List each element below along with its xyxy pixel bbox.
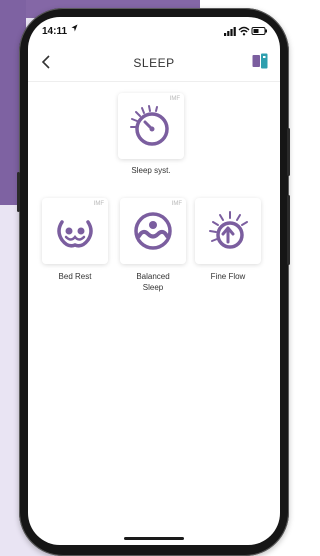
app-screen: 14:11 SLEEP IMF Sleep syst. IMF Bed Rest…: [28, 17, 280, 545]
imf-badge: IMF: [169, 96, 180, 102]
status-icons: [224, 26, 267, 36]
fine-flow-icon: [209, 211, 248, 249]
page-title: SLEEP: [133, 56, 175, 70]
battery-icon: [251, 27, 267, 35]
imf-badge: IMF: [93, 201, 104, 207]
home-indicator: [124, 537, 184, 540]
phone-side-button: [17, 172, 20, 212]
bed-rest-icon: [57, 220, 93, 248]
device-connection-icon[interactable]: [252, 53, 268, 69]
location-arrow-icon: [71, 24, 78, 32]
sleep-dial-icon: [130, 105, 169, 146]
program-label-sleep-syst: Sleep syst.: [131, 166, 171, 175]
phone-power-button: [287, 195, 290, 265]
wifi-icon: [238, 26, 250, 36]
imf-badge: IMF: [171, 201, 182, 207]
program-tile-fine-flow[interactable]: [195, 198, 261, 264]
phone-volume-button: [287, 128, 290, 176]
program-label-bed-rest: Bed Rest: [58, 272, 92, 281]
program-label-balanced-sleep: Balanced Sleep: [136, 272, 170, 292]
status-bar: 14:11: [28, 17, 280, 41]
cellular-signal-icon: [224, 27, 236, 36]
program-tile-sleep-syst[interactable]: IMF: [118, 93, 184, 159]
status-time: 14:11: [42, 26, 68, 37]
program-tile-bed-rest[interactable]: IMF: [42, 198, 108, 264]
app-header: SLEEP: [28, 45, 280, 82]
program-label-fine-flow: Fine Flow: [210, 272, 246, 281]
program-tile-balanced-sleep[interactable]: IMF: [120, 198, 186, 264]
balanced-sleep-icon: [134, 212, 172, 250]
